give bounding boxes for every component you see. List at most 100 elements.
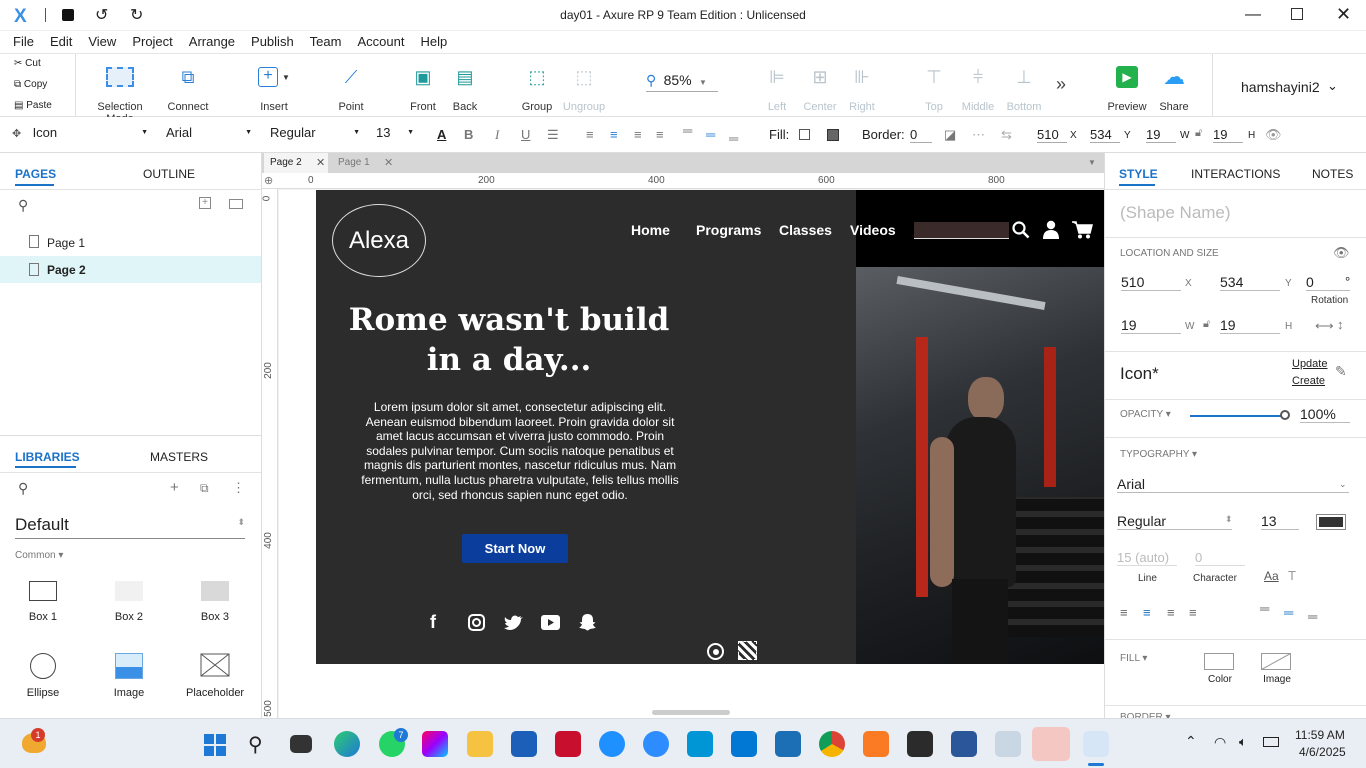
weight-select[interactable]: Regular ▼ [270,125,362,145]
doc-tab[interactable]: Page 1 ✕ [332,153,396,173]
volume-icon[interactable]: 🔈︎ [1239,734,1247,750]
add-library-icon[interactable]: + [170,479,179,496]
align-top-button[interactable]: ⊤ Top [920,62,948,114]
tab-libraries[interactable]: LIBRARIES [15,450,80,464]
user-icon[interactable] [1043,220,1059,239]
instagram-icon[interactable] [468,614,485,631]
copilot-icon[interactable] [422,731,448,757]
group-button[interactable]: ⬚ Group [520,62,554,114]
line-spacing-field[interactable]: 15 (auto) [1117,550,1177,566]
align-center-text-icon[interactable]: ≡ [1143,605,1151,620]
wifi-icon[interactable]: ◠ [1214,734,1226,751]
typography-label[interactable]: TYPOGRAPHY ▾ [1120,449,1197,460]
menu-project[interactable]: Project [124,31,180,49]
border-pattern-icon[interactable]: ⋯ [972,127,985,143]
insert-button[interactable]: + ▼ Insert [254,62,294,113]
tab-pages[interactable]: PAGES [15,167,56,181]
font-size-field[interactable]: 13 [1261,513,1299,530]
library-options-icon[interactable]: ⧉ [200,481,209,496]
snipping-tool-icon[interactable] [995,731,1021,757]
copy-button[interactable]: ⧉ Copy [14,79,47,90]
axure-taskbar-icon[interactable] [1083,731,1109,757]
style-name[interactable]: Icon* [1120,364,1159,384]
widget-box2[interactable]: Box 2 [100,581,158,623]
lock-ratio-icon[interactable]: 🔓︎ [1203,318,1210,331]
selection-mode-button[interactable]: Selection Mode [84,62,156,125]
mcafee-icon[interactable] [555,731,581,757]
valign-bottom-icon[interactable]: ═ [729,131,738,146]
back-button[interactable]: ▤ Back [448,62,482,114]
clock-time[interactable]: 11:59 AM [1295,728,1345,742]
task-view-icon[interactable] [290,735,312,753]
radio-target-icon[interactable] [707,643,724,660]
valign-middle-icon[interactable]: ═ [706,127,715,142]
tab-interactions[interactable]: INTERACTIONS [1191,167,1280,181]
align-center-text-icon[interactable]: ≡ [610,127,618,142]
align-bottom-button[interactable]: ⊥ Bottom [1006,62,1042,114]
align-left-text-icon[interactable]: ≡ [586,127,594,142]
maximize-button[interactable] [1291,8,1303,20]
italic-icon[interactable]: I [495,127,499,143]
underline-icon[interactable]: U [521,127,530,142]
opacity-slider-handle[interactable] [1280,410,1290,420]
font-select[interactable]: Arial ▼ [166,125,254,145]
valign-bottom-icon[interactable]: ═ [1308,609,1317,624]
tab-style[interactable]: STYLE [1119,167,1158,181]
opacity-field[interactable]: 100% [1300,406,1350,423]
visibility-eye-icon[interactable]: 👁︎ [1265,127,1282,143]
shadow-swatch[interactable] [827,129,839,141]
tab-list-chevron-icon[interactable]: ▼ [1088,158,1096,167]
front-button[interactable]: ▣ Front [406,62,440,114]
search-icon[interactable]: ⚲ [18,197,28,214]
doc-tab-active[interactable]: Page 2 ✕ [264,153,328,173]
align-middle-button[interactable]: ⫩ Middle [958,62,998,114]
share-button[interactable]: ☁ Share [1154,62,1194,113]
snapchat-icon[interactable] [579,613,596,631]
page-list-item-selected[interactable]: Page 2 [0,256,261,283]
more-vert-icon[interactable]: ⋮ [232,480,245,496]
text-shadow-icon[interactable]: Aa [1264,569,1279,583]
menu-file[interactable]: File [5,31,42,49]
chevron-up-icon[interactable]: ⌃ [1185,733,1197,750]
point-button[interactable]: ⟋ Point [334,62,368,114]
opacity-slider-track[interactable] [1190,415,1285,417]
w-field[interactable]: 19 [1121,317,1181,334]
bullet-list-icon[interactable]: ☰ [547,127,559,143]
widget-ellipse[interactable]: Ellipse [14,653,72,699]
tab-masters[interactable]: MASTERS [150,450,208,464]
close-tab-icon[interactable]: ✕ [384,156,393,169]
widget-type-select[interactable]: ✥ Icon ▼ [12,125,152,145]
clock-date[interactable]: 4/6/2025 [1299,745,1346,759]
logo-circle[interactable]: Alexa [332,204,426,277]
chrome-icon[interactable] [819,731,845,757]
widget-box3[interactable]: Box 3 [186,581,244,623]
fill-color-swatch[interactable] [799,129,810,140]
weight-select[interactable]: Regular [1117,513,1232,530]
fit-width-icon[interactable]: ⟷ [1315,318,1334,334]
shape-name-input[interactable]: (Shape Name) [1120,203,1231,223]
opacity-label[interactable]: OPACITY ▾ [1120,409,1171,420]
menu-view[interactable]: View [80,31,124,49]
valign-middle-icon[interactable]: ═ [1284,605,1293,620]
align-right-button[interactable]: ⊪ Right [846,62,878,114]
align-right-text-icon[interactable]: ≡ [1167,605,1175,620]
widget-image[interactable]: Image [100,653,158,699]
remote-desktop-icon[interactable] [1032,727,1070,761]
close-button[interactable]: ✕ [1336,4,1351,25]
close-tab-icon[interactable]: ✕ [316,156,325,169]
edge-icon[interactable] [334,731,360,757]
add-folder-icon[interactable] [229,199,243,209]
lock-ratio-icon[interactable]: 🔓︎ [1195,127,1202,140]
h-field[interactable]: 19 [1220,317,1280,334]
border-width-value[interactable]: 0 [910,127,932,143]
align-left-text-icon[interactable]: ≡ [1120,605,1128,620]
tab-notes[interactable]: NOTES [1312,167,1353,181]
tab-outline[interactable]: OUTLINE [143,167,195,181]
account-menu[interactable]: hamshayini2 ⌄ [1212,54,1366,117]
valign-top-icon[interactable]: ═ [683,123,692,138]
font-select[interactable]: Arial [1117,476,1349,493]
fill-color-button[interactable]: Color [1204,653,1236,685]
y-field[interactable]: 534 [1220,274,1280,291]
fit-height-icon[interactable]: ↕ [1337,317,1344,332]
vscode-icon[interactable] [731,731,757,757]
